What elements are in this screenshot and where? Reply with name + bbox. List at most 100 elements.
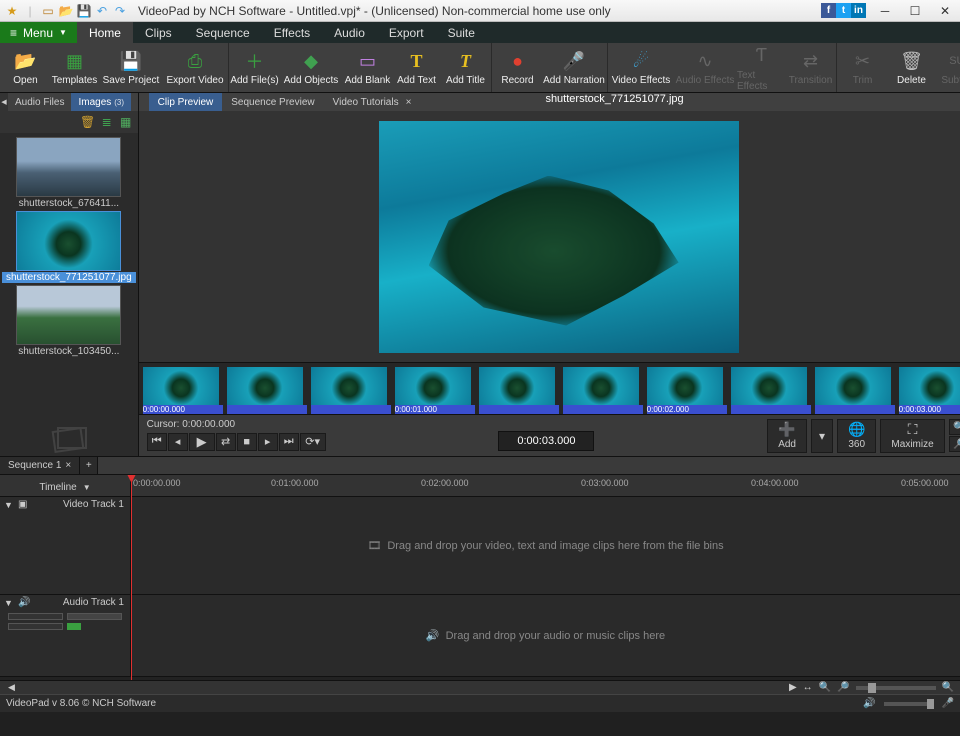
- title-bar: ★ | ▭ 📂 💾 ↶ ↷ VideoPad by NCH Software -…: [0, 0, 960, 22]
- audio-effects-button[interactable]: ∿Audio Effects: [673, 43, 737, 92]
- bin-tab-audio[interactable]: Audio Files: [8, 93, 71, 111]
- ribbon-toolbar: 📂Open ▦Templates 💾Save Project ⎙Export V…: [0, 43, 960, 93]
- shapes-icon: ◆: [299, 49, 323, 73]
- tab-clips[interactable]: Clips: [133, 22, 184, 43]
- maximize-preview-button[interactable]: ⛶Maximize: [880, 419, 944, 453]
- linkedin-icon[interactable]: in: [851, 3, 866, 18]
- step-fwd-button[interactable]: ▸: [258, 433, 278, 451]
- preview-tab-sequence[interactable]: Sequence Preview: [222, 93, 323, 111]
- camera-icon: ▣: [18, 499, 27, 510]
- expand-icon[interactable]: ▼: [4, 500, 13, 510]
- bin-delete-icon[interactable]: 🗑: [80, 114, 96, 130]
- export-video-button[interactable]: ⎙Export Video: [163, 43, 227, 92]
- filmstrip[interactable]: 0:00:00.000 0:00:01.000 0:00:02.000 0:00…: [139, 362, 960, 414]
- redo-icon[interactable]: ↷: [112, 3, 128, 19]
- close-icon[interactable]: ×: [406, 97, 412, 108]
- film-icon: 🎞: [367, 539, 381, 552]
- preview-tab-clip[interactable]: Clip Preview: [149, 93, 223, 111]
- zoom-fit-icon[interactable]: 🔍: [819, 682, 831, 693]
- status-mic-icon[interactable]: 🎤: [942, 698, 954, 709]
- record-button[interactable]: ●Record: [493, 43, 542, 92]
- zoom-in-button[interactable]: 🔍: [949, 419, 960, 435]
- stop-button[interactable]: ■: [237, 433, 257, 451]
- sequence-tab-1[interactable]: Sequence 1×: [0, 457, 80, 474]
- expand-icon[interactable]: ▼: [4, 598, 13, 608]
- file-menu-button[interactable]: ≡ Menu ▼: [0, 22, 77, 43]
- undo-icon[interactable]: ↶: [94, 3, 110, 19]
- video-track-header[interactable]: ▼ ▣ Video Track 1: [0, 497, 131, 594]
- bin-grid-icon[interactable]: ▦: [118, 114, 134, 130]
- add-sequence-button[interactable]: +: [80, 457, 98, 474]
- tab-audio[interactable]: Audio: [322, 22, 377, 43]
- save-project-button[interactable]: 💾Save Project: [99, 43, 163, 92]
- templates-button[interactable]: ▦Templates: [50, 43, 99, 92]
- video-effects-button[interactable]: ☄Video Effects: [609, 43, 673, 92]
- zoom-out-tl-icon[interactable]: 🔎: [837, 682, 849, 693]
- tab-export[interactable]: Export: [377, 22, 436, 43]
- preview-tab-tutorials[interactable]: Video Tutorials×: [324, 93, 421, 111]
- maximize-button[interactable]: ☐: [900, 0, 930, 22]
- trim-button[interactable]: ✂Trim: [838, 43, 887, 92]
- add-text-button[interactable]: TAdd Text: [392, 43, 441, 92]
- transition-button[interactable]: ⇄Transition: [786, 43, 835, 92]
- open-icon[interactable]: 📂: [58, 3, 74, 19]
- timeline-mode-label[interactable]: Timeline▼: [0, 475, 131, 496]
- menu-icon: ≡: [10, 26, 17, 40]
- loop-button[interactable]: ⇄: [216, 433, 236, 451]
- speed-button[interactable]: ⟳▾: [300, 433, 326, 451]
- go-end-button[interactable]: ⏭: [279, 433, 299, 451]
- bin-item-0[interactable]: shutterstock_676411...: [2, 137, 136, 209]
- facebook-icon[interactable]: f: [821, 3, 836, 18]
- grid-icon: ▦: [63, 49, 87, 73]
- bin-list-icon[interactable]: ≣: [99, 114, 115, 130]
- 360-button[interactable]: 🌐360: [837, 419, 876, 453]
- status-speaker-icon[interactable]: 🔊: [863, 698, 875, 709]
- bin-item-2[interactable]: shutterstock_103450...: [2, 285, 136, 357]
- timeline: Timeline▼ 0:00:00.000 0:01:00.000 0:02:0…: [0, 475, 960, 680]
- add-blank-button[interactable]: ▭Add Blank: [343, 43, 392, 92]
- add-dropdown-button[interactable]: ▾: [811, 419, 833, 453]
- scissors-icon: ✂: [851, 49, 875, 73]
- bin-tab-images[interactable]: Images(3): [71, 93, 131, 111]
- audio-track-body[interactable]: 🔊 Drag and drop your audio or music clip…: [131, 595, 960, 676]
- tab-suite[interactable]: Suite: [436, 22, 487, 43]
- step-back-button[interactable]: ◂: [168, 433, 188, 451]
- preview-viewport[interactable]: ⛶: [139, 111, 960, 362]
- new-project-icon[interactable]: ▭: [40, 3, 56, 19]
- tab-effects[interactable]: Effects: [262, 22, 322, 43]
- new-icon[interactable]: ★: [4, 3, 20, 19]
- bin-item-1[interactable]: shutterstock_771251077.jpg: [2, 211, 136, 283]
- close-button[interactable]: ✕: [930, 0, 960, 22]
- video-track-body[interactable]: 🎞 Drag and drop your video, text and ima…: [131, 497, 960, 594]
- text-effects-button[interactable]: ƬText Effects: [737, 43, 786, 92]
- subtitles-button[interactable]: SUBSubtitles: [936, 43, 960, 92]
- volume-slider[interactable]: [884, 702, 934, 706]
- add-narration-button[interactable]: 🎤Add Narration: [542, 43, 606, 92]
- tab-sequence[interactable]: Sequence: [184, 22, 262, 43]
- scroll-left-icon[interactable]: ◀: [8, 682, 15, 693]
- audio-track-header[interactable]: ▼ 🔊 Audio Track 1: [0, 595, 131, 676]
- add-title-button[interactable]: TAdd Title: [441, 43, 490, 92]
- delete-button[interactable]: 🗑Delete: [887, 43, 936, 92]
- zoom-slider[interactable]: [856, 686, 936, 690]
- fit-icon[interactable]: ↔: [803, 682, 813, 693]
- twitter-icon[interactable]: t: [836, 3, 851, 18]
- zoom-out-button[interactable]: 🔎: [949, 436, 960, 452]
- add-objects-button[interactable]: ◆Add Objects: [279, 43, 343, 92]
- open-button[interactable]: 📂Open: [1, 43, 50, 92]
- timeline-ruler[interactable]: 0:00:00.000 0:01:00.000 0:02:00.000 0:03…: [131, 475, 960, 496]
- tab-home[interactable]: Home: [77, 22, 133, 43]
- close-icon[interactable]: ×: [65, 460, 71, 471]
- zoom-in-tl-icon[interactable]: 🔍: [942, 682, 954, 693]
- add-to-timeline-button[interactable]: ➕Add: [767, 419, 807, 453]
- scroll-right-icon[interactable]: ▶: [789, 682, 797, 693]
- play-button[interactable]: ▶: [189, 433, 215, 451]
- playhead-line: [131, 475, 132, 680]
- save-icon[interactable]: 💾: [76, 3, 92, 19]
- bin-scroll-left[interactable]: ◀: [0, 93, 8, 111]
- add-files-button[interactable]: ＋Add File(s): [230, 43, 279, 92]
- plus-icon: ＋: [243, 49, 267, 73]
- minimize-button[interactable]: ─: [870, 0, 900, 22]
- go-start-button[interactable]: ⏮: [147, 433, 167, 451]
- timeline-scrollbar[interactable]: ◀ ▶ ↔ 🔍 🔎 🔍: [0, 680, 960, 694]
